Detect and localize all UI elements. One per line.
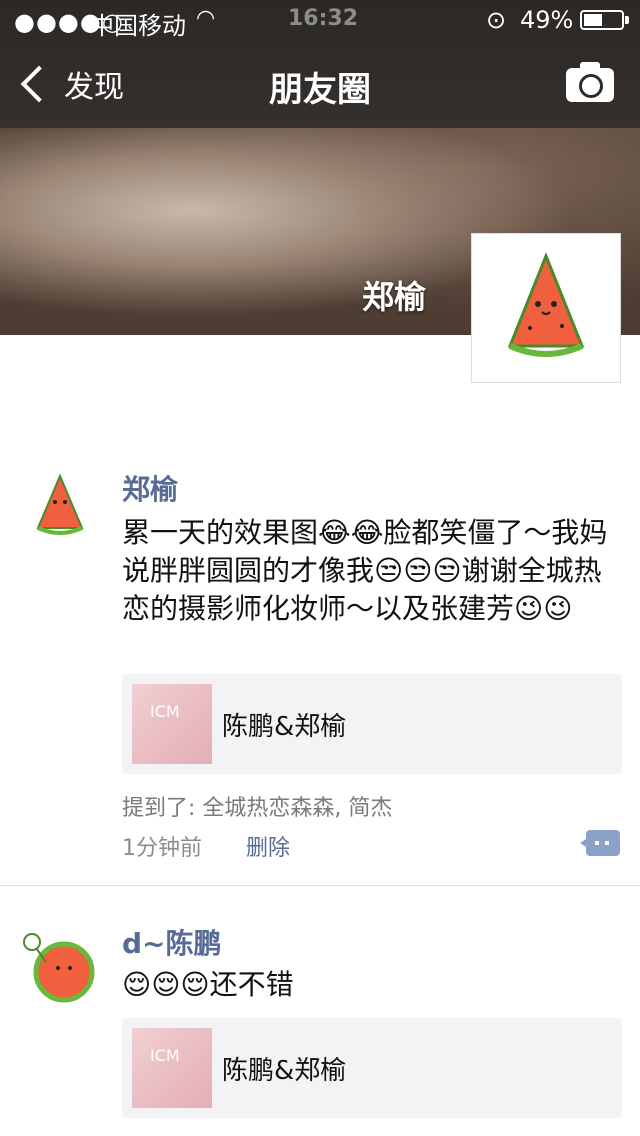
delete-button[interactable]: 删除 [246, 830, 290, 862]
shared-link-card[interactable]: 陈鹏&郑榆 [122, 674, 622, 774]
navigation-bar: ●●●●○ 中国移动 ◠ 16:32 ⊙ 49% 发现 朋友圈 [0, 0, 640, 128]
battery-percentage: 49% [520, 6, 574, 34]
avatar[interactable] [16, 462, 104, 550]
profile-avatar[interactable] [471, 233, 621, 383]
wifi-icon: ◠ [196, 6, 216, 31]
link-title: 陈鹏&郑榆 [222, 1056, 347, 1086]
battery-fill [584, 14, 602, 26]
post-author[interactable]: 郑榆 [122, 468, 178, 508]
camera-icon[interactable] [566, 62, 614, 102]
profile-name: 郑榆 [362, 278, 427, 316]
moment-post: d~陈鹏 😌😌😌还不错 陈鹏&郑榆 [0, 922, 640, 1136]
watermelon-avatar-art [23, 933, 95, 1003]
shared-link-card[interactable]: 陈鹏&郑榆 [122, 1018, 622, 1118]
moment-post: 郑榆 累一天的效果图😂😂脸都笑僵了～我妈说胖胖圆圆的才像我😒😒😒谢谢全城热恋的摄… [0, 462, 640, 882]
clock: 16:32 [288, 6, 359, 31]
link-thumbnail [132, 684, 212, 764]
divider [0, 885, 640, 886]
rotation-lock-icon: ⊙ [486, 6, 507, 34]
watermelon-avatar-art [507, 251, 585, 357]
link-title: 陈鹏&郑榆 [222, 712, 347, 742]
mentioned-users[interactable]: 提到了: 全城热恋森森, 简杰 [122, 790, 392, 822]
battery-tip [625, 16, 629, 24]
page-title: 朋友圈 [269, 70, 371, 110]
status-bar: ●●●●○ 中国移动 ◠ 16:32 ⊙ 49% [0, 0, 640, 40]
post-text: 累一天的效果图😂😂脸都笑僵了～我妈说胖胖圆圆的才像我😒😒😒谢谢全城热恋的摄影师化… [122, 516, 608, 625]
post-time: 1分钟前 [122, 836, 202, 861]
link-thumbnail [132, 1028, 212, 1108]
battery-icon [580, 10, 624, 30]
post-text: 😌😌😌还不错 [122, 968, 294, 1001]
avatar[interactable] [16, 922, 104, 1010]
watermelon-avatar-art [36, 473, 84, 535]
post-author[interactable]: d~陈鹏 [122, 922, 222, 962]
comment-icon[interactable] [580, 830, 620, 856]
carrier-name: 中国移动 [90, 12, 186, 40]
